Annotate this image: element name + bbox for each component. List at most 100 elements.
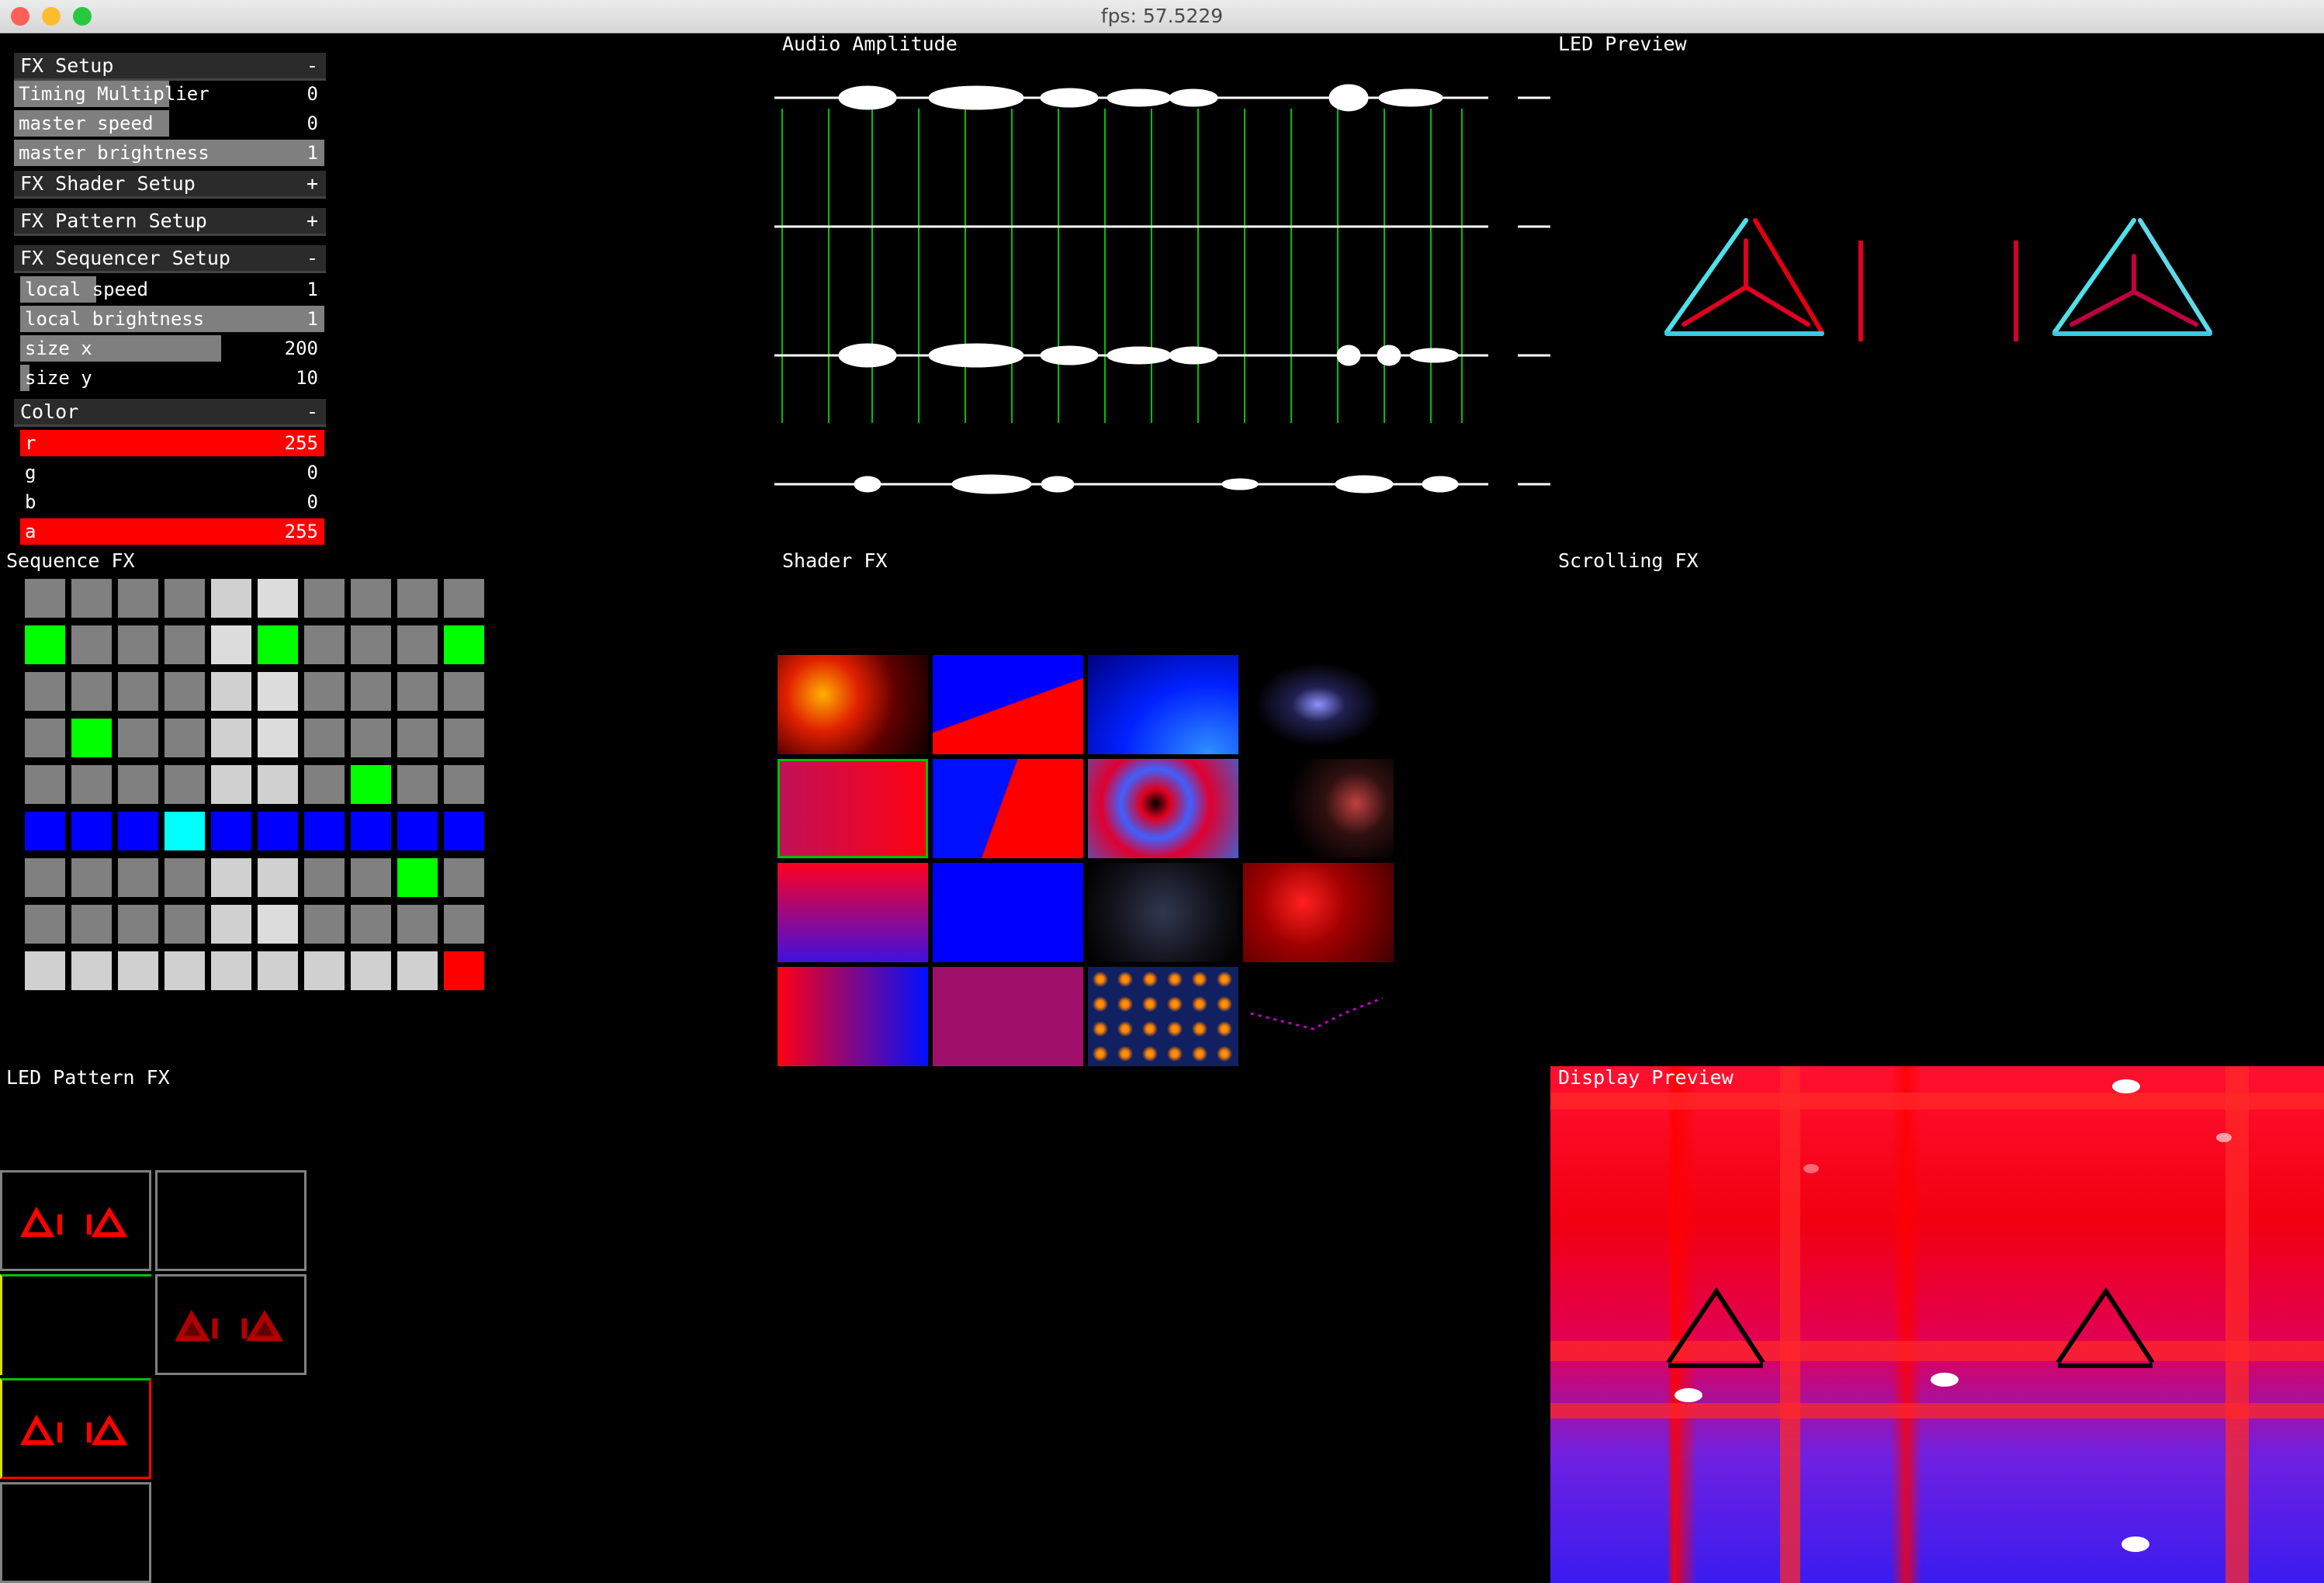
sequence-cell[interactable] — [71, 812, 112, 850]
color-b-slider[interactable]: b 0 — [20, 489, 324, 515]
sequence-cell[interactable] — [351, 672, 391, 711]
fx-shader-setup-group-header[interactable]: FX Shader Setup + — [14, 171, 326, 199]
master-brightness-slider[interactable]: master brightness 1 — [14, 140, 324, 166]
sequence-cell[interactable] — [25, 672, 65, 711]
sequence-cell[interactable] — [444, 858, 484, 897]
sequence-cell[interactable] — [444, 579, 484, 618]
shader-thumb-horizontal-gradient[interactable] — [778, 967, 928, 1066]
sequence-cell[interactable] — [258, 858, 298, 897]
sequence-cell[interactable] — [118, 905, 158, 944]
sequence-cell[interactable] — [444, 812, 484, 850]
sequence-cell[interactable] — [71, 625, 112, 664]
sequence-cell[interactable] — [397, 579, 438, 618]
sequence-cell[interactable] — [304, 765, 345, 804]
sequence-cell[interactable] — [304, 625, 345, 664]
sequence-cell[interactable] — [25, 905, 65, 944]
sequence-cell[interactable] — [211, 625, 251, 664]
sequence-cell[interactable] — [211, 951, 251, 990]
collapse-icon[interactable]: - — [307, 245, 318, 272]
pattern-thumb-1[interactable] — [0, 1170, 151, 1271]
master-speed-slider[interactable]: master speed 0 — [14, 110, 324, 137]
sequence-cell[interactable] — [118, 579, 158, 618]
sequence-cell[interactable] — [71, 858, 112, 897]
sequence-cell[interactable] — [211, 719, 251, 757]
shader-thumb-split[interactable] — [933, 759, 1083, 858]
sequence-cell[interactable] — [304, 812, 345, 850]
sequence-cell[interactable] — [397, 765, 438, 804]
shader-thumb-wave[interactable] — [933, 655, 1083, 754]
size-x-slider[interactable]: size x 200 — [20, 335, 324, 362]
sequence-cell[interactable] — [258, 579, 298, 618]
shader-thumb-spiral[interactable] — [1088, 759, 1238, 858]
sequence-cell[interactable] — [397, 858, 438, 897]
sequence-cell[interactable] — [444, 765, 484, 804]
sequence-cell[interactable] — [304, 719, 345, 757]
pattern-thumb-6[interactable] — [0, 1482, 151, 1583]
sequence-cell[interactable] — [258, 719, 298, 757]
sequence-cell[interactable] — [397, 625, 438, 664]
shader-thumb-red-noise[interactable] — [1243, 863, 1394, 962]
sequence-cell[interactable] — [118, 765, 158, 804]
sequence-cell[interactable] — [397, 951, 438, 990]
collapse-icon[interactable]: - — [307, 53, 318, 79]
shader-thumb-bokeh[interactable] — [1243, 759, 1394, 858]
sequence-cell[interactable] — [211, 858, 251, 897]
sequence-cell[interactable] — [118, 672, 158, 711]
timing-multiplier-slider[interactable]: Timing Multiplier 0 — [14, 81, 324, 107]
sequence-cell[interactable] — [165, 765, 205, 804]
sequence-cell[interactable] — [25, 812, 65, 850]
color-g-slider[interactable]: g 0 — [20, 459, 324, 486]
shader-thumb-fire[interactable] — [778, 655, 928, 754]
sequence-cell[interactable] — [444, 719, 484, 757]
sequence-cell[interactable] — [165, 672, 205, 711]
local-speed-slider[interactable]: local speed 1 — [20, 276, 324, 303]
sequence-cell[interactable] — [211, 812, 251, 850]
sequence-cell[interactable] — [25, 719, 65, 757]
sequence-cell[interactable] — [118, 858, 158, 897]
sequence-cell[interactable] — [165, 812, 205, 850]
sequence-cell[interactable] — [444, 951, 484, 990]
sequence-cell[interactable] — [351, 719, 391, 757]
sequence-cell[interactable] — [397, 812, 438, 850]
sequence-cell[interactable] — [258, 905, 298, 944]
shader-thumb-blue-glow[interactable] — [1088, 655, 1238, 754]
sequence-cell[interactable] — [444, 625, 484, 664]
color-group-header[interactable]: Color - — [14, 399, 326, 427]
sequence-cell[interactable] — [71, 719, 112, 757]
sequence-cell[interactable] — [25, 765, 65, 804]
sequence-cell[interactable] — [71, 951, 112, 990]
shader-thumb-sparkle[interactable] — [1243, 967, 1394, 1066]
sequence-cell[interactable] — [351, 951, 391, 990]
sequence-cell[interactable] — [71, 672, 112, 711]
shader-thumb-lightning[interactable] — [1243, 655, 1394, 754]
sequence-cell[interactable] — [351, 625, 391, 664]
sequence-cell[interactable] — [304, 858, 345, 897]
sequence-cell[interactable] — [444, 905, 484, 944]
sequence-cell[interactable] — [71, 765, 112, 804]
sequence-cell[interactable] — [25, 625, 65, 664]
shader-thumb-starfield[interactable] — [1088, 863, 1238, 962]
color-a-slider[interactable]: a 255 — [20, 518, 324, 545]
sequence-cell[interactable] — [351, 905, 391, 944]
sequence-cell[interactable] — [211, 672, 251, 711]
fx-sequencer-setup-group-header[interactable]: FX Sequencer Setup - — [14, 245, 326, 273]
sequence-cell[interactable] — [351, 812, 391, 850]
sequence-cell[interactable] — [165, 625, 205, 664]
sequence-cell[interactable] — [397, 719, 438, 757]
sequence-cell[interactable] — [304, 951, 345, 990]
sequence-cell[interactable] — [444, 672, 484, 711]
sequence-cell[interactable] — [258, 765, 298, 804]
sequence-cell[interactable] — [258, 672, 298, 711]
expand-icon[interactable]: + — [307, 208, 318, 234]
collapse-icon[interactable]: - — [307, 399, 318, 425]
shader-thumb-vertical-gradient[interactable] — [778, 863, 928, 962]
expand-icon[interactable]: + — [307, 171, 318, 197]
sequence-cell[interactable] — [304, 672, 345, 711]
sequence-cell[interactable] — [25, 858, 65, 897]
sequence-cell[interactable] — [165, 951, 205, 990]
sequence-cell[interactable] — [165, 579, 205, 618]
size-y-slider[interactable]: size y 10 — [20, 365, 324, 391]
shader-thumb-pattern[interactable] — [1088, 967, 1238, 1066]
pattern-thumb-4[interactable] — [155, 1274, 307, 1375]
sequence-cell[interactable] — [71, 905, 112, 944]
